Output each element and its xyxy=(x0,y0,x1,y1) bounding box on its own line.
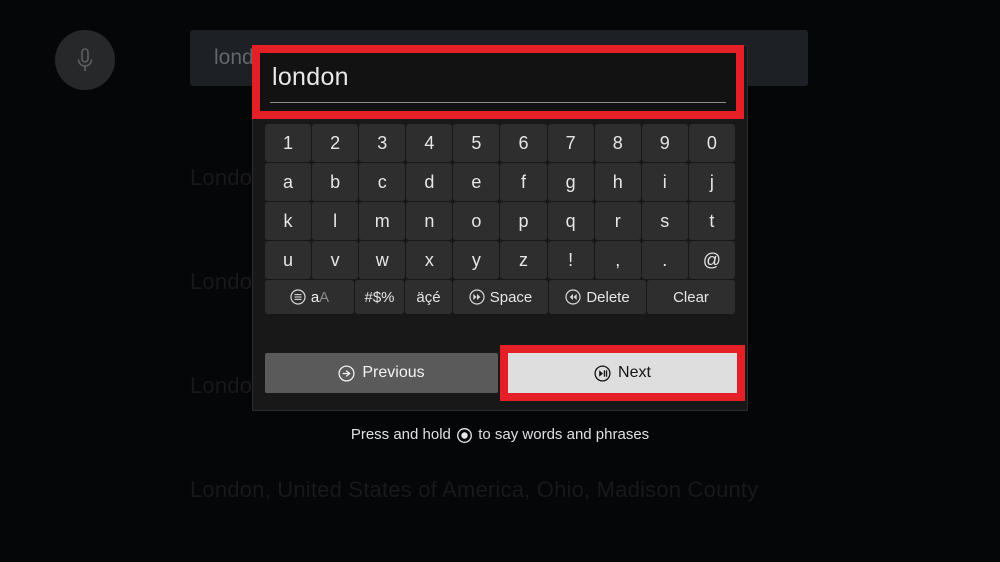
key-y[interactable]: y xyxy=(453,241,500,279)
key-exclamation[interactable]: ! xyxy=(547,241,594,279)
keyboard-row-u-at: u v w x y z ! , . @ xyxy=(265,241,735,279)
keyboard-keys: 1 2 3 4 5 6 7 8 9 0 a b c d e f g h i j … xyxy=(265,124,735,314)
search-input-value: london xyxy=(272,63,349,91)
key-o[interactable]: o xyxy=(453,202,500,240)
key-l[interactable]: l xyxy=(312,202,359,240)
back-circle-icon xyxy=(338,364,355,382)
previous-button-label: Previous xyxy=(362,364,425,381)
key-at[interactable]: @ xyxy=(688,241,735,279)
keyboard-function-row: aA #$% äçé Space Delete Clear xyxy=(265,280,735,314)
key-z[interactable]: z xyxy=(500,241,547,279)
voice-hint: Press and hold to say words and phrases xyxy=(0,426,1000,443)
dialog-nav-row: Previous Next xyxy=(265,345,745,401)
key-2[interactable]: 2 xyxy=(312,124,359,162)
search-input-focus-ring: london xyxy=(252,45,744,119)
key-g[interactable]: g xyxy=(547,163,594,201)
key-space-label: Space xyxy=(489,288,533,306)
key-d[interactable]: d xyxy=(406,163,453,201)
key-j[interactable]: j xyxy=(688,163,735,201)
next-button-focus-ring: Next xyxy=(500,345,745,401)
keyboard-row-a-j: a b c d e f g h i j xyxy=(265,163,735,201)
key-0[interactable]: 0 xyxy=(688,124,735,162)
key-5[interactable]: 5 xyxy=(453,124,500,162)
microphone-icon xyxy=(72,45,98,75)
rewind-circle-icon xyxy=(565,289,581,305)
key-m[interactable]: m xyxy=(359,202,406,240)
key-p[interactable]: p xyxy=(500,202,547,240)
fast-forward-circle-icon xyxy=(469,289,485,305)
search-input-underline xyxy=(270,102,726,103)
keyboard-row-numbers: 1 2 3 4 5 6 7 8 9 0 xyxy=(265,124,735,162)
key-9[interactable]: 9 xyxy=(641,124,688,162)
voice-hint-before: Press and hold xyxy=(350,426,451,443)
key-7[interactable]: 7 xyxy=(547,124,594,162)
key-w[interactable]: w xyxy=(359,241,406,279)
key-k[interactable]: k xyxy=(265,202,312,240)
select-button-icon xyxy=(457,427,473,443)
voice-hint-after: to say words and phrases xyxy=(478,426,650,443)
tv-search-screen: london London, United Kingdom, England, … xyxy=(0,0,1000,562)
key-h[interactable]: h xyxy=(594,163,641,201)
key-4[interactable]: 4 xyxy=(406,124,453,162)
key-f[interactable]: f xyxy=(500,163,547,201)
key-comma[interactable]: , xyxy=(594,241,641,279)
key-6[interactable]: 6 xyxy=(500,124,547,162)
key-3[interactable]: 3 xyxy=(359,124,406,162)
search-input[interactable]: london xyxy=(260,53,736,111)
key-delete-label: Delete xyxy=(586,288,630,306)
key-b[interactable]: b xyxy=(312,163,359,201)
key-clear[interactable]: Clear xyxy=(647,280,735,314)
background-result-item[interactable]: London, United States of America, Ohio, … xyxy=(190,477,758,503)
key-t[interactable]: t xyxy=(688,202,735,240)
key-symbols[interactable]: #$% xyxy=(355,280,404,314)
key-period[interactable]: . xyxy=(641,241,688,279)
case-upper-label: A xyxy=(319,288,330,306)
key-q[interactable]: q xyxy=(547,202,594,240)
key-delete[interactable]: Delete xyxy=(549,280,646,314)
key-case-toggle[interactable]: aA xyxy=(265,280,354,314)
key-r[interactable]: r xyxy=(594,202,641,240)
key-space[interactable]: Space xyxy=(453,280,548,314)
next-button[interactable]: Next xyxy=(508,353,737,393)
previous-button[interactable]: Previous xyxy=(265,353,498,393)
next-button-label: Next xyxy=(618,364,651,381)
key-i[interactable]: i xyxy=(641,163,688,201)
key-1[interactable]: 1 xyxy=(265,124,312,162)
keyboard-row-k-t: k l m n o p q r s t xyxy=(265,202,735,240)
key-e[interactable]: e xyxy=(453,163,500,201)
voice-search-button[interactable] xyxy=(55,30,115,90)
key-x[interactable]: x xyxy=(406,241,453,279)
key-a[interactable]: a xyxy=(265,163,312,201)
key-s[interactable]: s xyxy=(641,202,688,240)
key-8[interactable]: 8 xyxy=(594,124,641,162)
case-lower-label: a xyxy=(310,288,320,306)
play-pause-circle-icon xyxy=(594,364,611,382)
menu-circle-icon xyxy=(290,289,306,305)
key-v[interactable]: v xyxy=(312,241,359,279)
key-c[interactable]: c xyxy=(359,163,406,201)
key-accents[interactable]: äçé xyxy=(405,280,452,314)
key-n[interactable]: n xyxy=(406,202,453,240)
key-u[interactable]: u xyxy=(265,241,312,279)
